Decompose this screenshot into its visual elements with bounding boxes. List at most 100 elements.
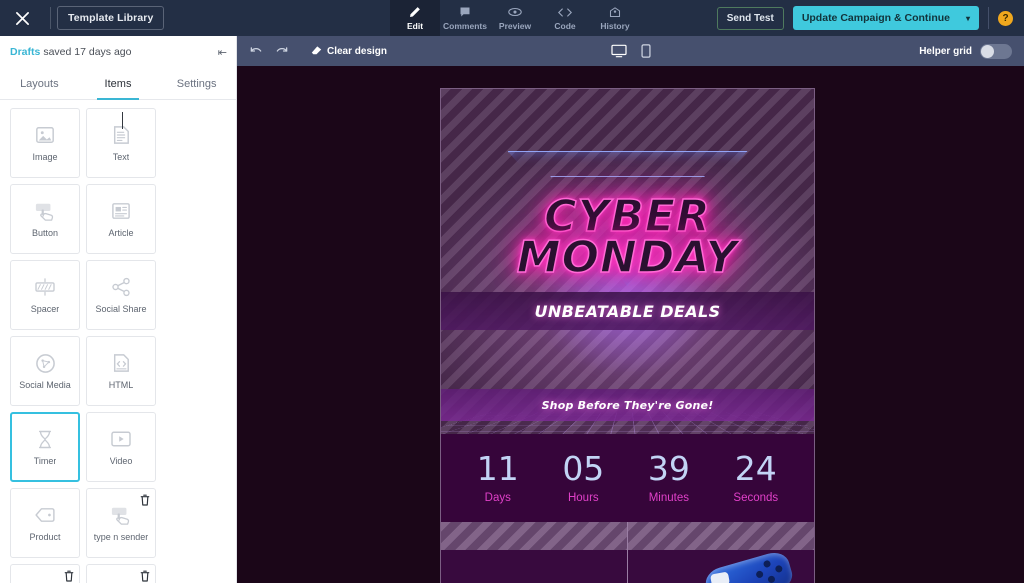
image-icon bbox=[35, 124, 55, 146]
hero-banner[interactable]: Cyber Monday Unbeatable Deals Shop Befor… bbox=[441, 89, 814, 434]
tab-preview[interactable]: Preview bbox=[490, 0, 540, 36]
item-card-mailing-list-1[interactable]: mailing list 1 bbox=[10, 564, 80, 583]
delete-icon[interactable] bbox=[64, 569, 74, 583]
timer-value: 24 bbox=[734, 449, 777, 488]
item-card-product[interactable]: Product bbox=[10, 488, 80, 558]
canvas-toolbar: Clear design Helper grid bbox=[237, 36, 1024, 66]
item-card-social-share[interactable]: Social Share bbox=[86, 260, 156, 330]
html-icon bbox=[112, 352, 130, 374]
timer-cell-seconds: 24 Seconds bbox=[733, 452, 778, 504]
update-campaign-label: Update Campaign & Continue bbox=[801, 12, 950, 24]
tab-layouts[interactable]: Layouts bbox=[0, 68, 79, 99]
delete-icon[interactable] bbox=[140, 493, 150, 511]
item-card-label: Text bbox=[112, 152, 130, 162]
item-card-social-media[interactable]: Social Media bbox=[10, 336, 80, 406]
top-bar: Template Library Edit Comments Preview C… bbox=[0, 0, 1024, 36]
tab-preview-label: Preview bbox=[498, 20, 532, 31]
helper-grid-toggle[interactable] bbox=[980, 43, 1012, 59]
item-card-button[interactable]: Button bbox=[10, 184, 80, 254]
share-icon bbox=[111, 276, 131, 298]
footer-column-left[interactable] bbox=[441, 522, 628, 583]
item-card-article[interactable]: Article bbox=[86, 184, 156, 254]
chevron-down-icon: ▾ bbox=[965, 13, 970, 23]
item-card-label: Social Share bbox=[95, 304, 147, 314]
view-toggles bbox=[610, 44, 651, 58]
pencil-icon bbox=[409, 6, 421, 19]
timer-cell-minutes: 39 Minutes bbox=[648, 452, 690, 504]
controller-dpad bbox=[710, 571, 731, 583]
text-cursor bbox=[122, 112, 123, 129]
item-card-video[interactable]: Video bbox=[86, 412, 156, 482]
close-icon[interactable] bbox=[0, 0, 44, 36]
items-grid: Image Text Button Article Spacer Social Share… bbox=[0, 100, 236, 583]
article-icon bbox=[111, 200, 131, 222]
item-card-label: Image bbox=[32, 152, 58, 162]
hero-title: Cyber Monday bbox=[441, 194, 814, 280]
tab-edit-label: Edit bbox=[406, 20, 424, 31]
divider bbox=[988, 7, 989, 29]
draft-saved-text: saved 17 days ago bbox=[43, 46, 132, 58]
timer-unit-label: Hours bbox=[567, 492, 599, 504]
tab-edit[interactable]: Edit bbox=[390, 0, 440, 36]
hero-headline-band[interactable]: Unbeatable Deals bbox=[441, 292, 814, 330]
tab-items[interactable]: Items bbox=[79, 68, 158, 100]
timer-unit-label: Minutes bbox=[648, 492, 689, 504]
mobile-icon[interactable] bbox=[640, 44, 651, 58]
hourglass-icon bbox=[37, 428, 53, 450]
item-card-timer[interactable]: Timer bbox=[10, 412, 80, 482]
history-icon bbox=[609, 6, 621, 19]
timer-value: 11 bbox=[476, 449, 519, 488]
update-campaign-button[interactable]: Update Campaign & Continue ▾ bbox=[792, 6, 979, 30]
divider bbox=[50, 7, 51, 29]
countdown-timer[interactable]: 11 Days 05 Hours 39 Minutes 24 Seconds bbox=[441, 434, 814, 522]
hero-subline-band[interactable]: Shop Before They're Gone! bbox=[441, 389, 814, 421]
item-card-label: HTML bbox=[108, 380, 134, 390]
collapse-panel-icon[interactable]: ⇤ bbox=[218, 46, 227, 59]
toggle-knob bbox=[981, 44, 994, 58]
tab-code-label: Code bbox=[554, 20, 576, 31]
stripe-band bbox=[628, 522, 814, 550]
clear-design-label: Clear design bbox=[327, 45, 388, 57]
undo-icon[interactable] bbox=[249, 45, 263, 57]
item-card-newsletter[interactable]: newsletter ... bbox=[86, 564, 156, 583]
item-card-spacer[interactable]: Spacer bbox=[10, 260, 80, 330]
email-preview[interactable]: Cyber Monday Unbeatable Deals Shop Befor… bbox=[440, 88, 815, 583]
column-body bbox=[441, 550, 627, 583]
button-icon bbox=[34, 200, 56, 222]
code-icon bbox=[558, 6, 572, 19]
item-card-label: Article bbox=[108, 228, 134, 238]
item-card-label: Timer bbox=[33, 456, 57, 466]
item-card-label: Button bbox=[31, 228, 59, 238]
item-card-image[interactable]: Image bbox=[10, 108, 80, 178]
social-icon bbox=[35, 352, 56, 374]
item-card-text[interactable]: Text bbox=[86, 108, 156, 178]
controller-button bbox=[762, 559, 772, 569]
desktop-icon[interactable] bbox=[610, 44, 627, 58]
clear-design-button[interactable]: Clear design bbox=[311, 44, 387, 58]
eraser-icon bbox=[311, 44, 322, 58]
timer-cell-days: 11 Days bbox=[477, 452, 519, 504]
controller-button bbox=[774, 564, 784, 574]
footer-column-right[interactable] bbox=[628, 522, 814, 583]
tab-comments[interactable]: Comments bbox=[440, 0, 490, 36]
draft-status-row: Drafts saved 17 days ago ⇤ bbox=[0, 36, 236, 68]
item-card-label: Video bbox=[109, 456, 133, 466]
stripe-band bbox=[441, 522, 627, 550]
item-card-type-n-sender[interactable]: type n sender bbox=[86, 488, 156, 558]
game-controller-image bbox=[702, 548, 796, 583]
hero-subline: Shop Before They're Gone! bbox=[541, 398, 714, 412]
button-icon bbox=[110, 504, 132, 526]
redo-icon[interactable] bbox=[275, 45, 289, 57]
controller-button bbox=[767, 574, 776, 583]
send-test-button[interactable]: Send Test bbox=[716, 6, 784, 30]
tab-settings[interactable]: Settings bbox=[157, 68, 236, 99]
template-library-button[interactable]: Template Library bbox=[57, 6, 165, 30]
help-icon[interactable]: ? bbox=[998, 10, 1013, 26]
item-card-html[interactable]: HTML bbox=[86, 336, 156, 406]
timer-value: 05 bbox=[562, 449, 605, 488]
tab-code[interactable]: Code bbox=[540, 0, 590, 36]
spacer-icon bbox=[33, 276, 57, 298]
video-icon bbox=[110, 428, 132, 450]
tab-history[interactable]: History bbox=[590, 0, 640, 36]
delete-icon[interactable] bbox=[140, 569, 150, 583]
